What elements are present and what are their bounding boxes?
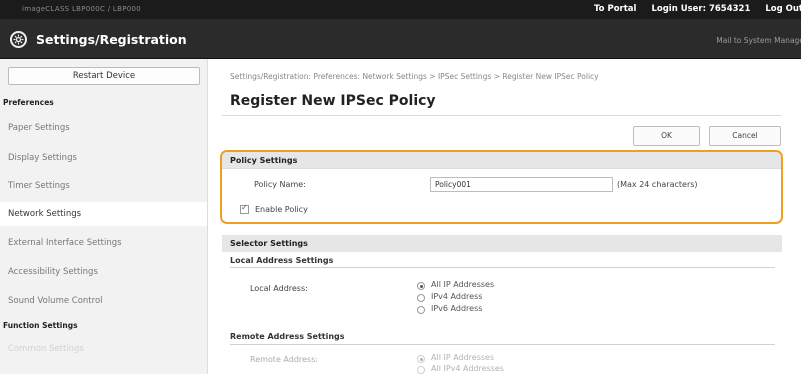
to-portal-link[interactable]: To Portal <box>594 4 636 14</box>
remote-address-settings-heading: Remote Address Settings <box>230 332 345 341</box>
mail-to-system-manager-link[interactable]: Mail to System Manager <box>716 36 801 45</box>
title-bar: Settings/Registration Mail to System Man… <box>0 19 801 59</box>
app-title: Settings/Registration <box>36 32 187 47</box>
remote-address-all-radio[interactable] <box>417 355 425 363</box>
local-address-ipv4-radio[interactable] <box>417 294 425 302</box>
settings-gear-icon <box>10 31 27 48</box>
remote-address-ipv4-radio[interactable] <box>417 366 425 374</box>
sidebar-item-sound-volume-control[interactable]: Sound Volume Control <box>0 289 207 313</box>
sidebar-item-paper-settings[interactable]: Paper Settings <box>0 116 207 140</box>
login-user-label: Login User: 7654321 <box>651 4 751 14</box>
local-address-divider <box>230 267 775 268</box>
top-bar: imageCLASS LBP000C / LBP000 To Portal Lo… <box>0 0 801 19</box>
policy-name-input[interactable]: Policy001 <box>430 177 613 192</box>
sidebar-item-timer-settings[interactable]: Timer Settings <box>0 174 207 198</box>
local-address-all-radio[interactable] <box>417 282 425 290</box>
logout-link[interactable]: Log Out <box>765 4 801 14</box>
policy-name-label: Policy Name: <box>254 180 306 189</box>
cancel-button[interactable]: Cancel <box>709 126 781 146</box>
local-address-ipv6-label: IPv6 Address <box>431 304 483 313</box>
local-address-ipv4-label: IPv4 Address <box>431 292 483 301</box>
sidebar-item-accessibility-settings[interactable]: Accessibility Settings <box>0 260 207 284</box>
local-address-ipv6-radio[interactable] <box>417 306 425 314</box>
breadcrumb: Settings/Registration: Preferences: Netw… <box>230 72 599 81</box>
ok-button[interactable]: OK <box>633 126 700 146</box>
title-divider <box>222 115 782 116</box>
remote-address-label: Remote Address: <box>250 355 318 364</box>
page-title: Register New IPSec Policy <box>230 93 436 109</box>
local-address-label: Local Address: <box>250 284 308 293</box>
policy-settings-heading: Policy Settings <box>222 152 781 169</box>
sidebar: Restart Device Preferences Paper Setting… <box>0 59 208 374</box>
policy-name-hint: (Max 24 characters) <box>617 180 698 189</box>
local-address-all-label: All IP Addresses <box>431 280 495 289</box>
top-links: To Portal Login User: 7654321 Log Out <box>594 4 801 14</box>
remote-address-all-label: All IP Addresses <box>431 353 495 362</box>
enable-policy-label: Enable Policy <box>255 205 308 214</box>
preferences-heading: Preferences <box>3 98 54 107</box>
local-address-settings-heading: Local Address Settings <box>230 256 334 265</box>
device-name: imageCLASS LBP000C / LBP000 <box>22 5 142 13</box>
selector-settings-section: Selector Settings <box>222 235 782 252</box>
sidebar-item-network-settings[interactable]: Network Settings <box>0 202 207 226</box>
remote-address-divider <box>230 344 775 345</box>
restart-device-button[interactable]: Restart Device <box>8 67 200 85</box>
enable-policy-checkbox[interactable] <box>240 203 249 214</box>
selector-settings-heading: Selector Settings <box>222 235 782 252</box>
sidebar-item-display-settings[interactable]: Display Settings <box>0 146 207 170</box>
sidebar-item-common-settings[interactable]: Common Settings <box>0 337 207 361</box>
remote-address-ipv4-label: All IPv4 Addresses <box>431 364 504 373</box>
function-settings-heading: Function Settings <box>3 321 78 330</box>
sidebar-item-external-interface-settings[interactable]: External Interface Settings <box>0 231 207 255</box>
